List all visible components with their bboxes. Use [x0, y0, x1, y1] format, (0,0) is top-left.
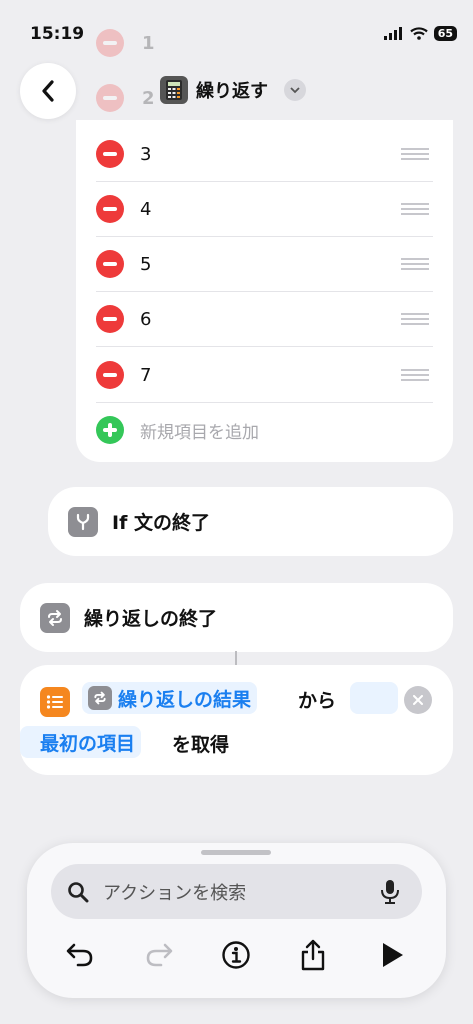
chevron-left-icon: [42, 80, 54, 102]
delete-icon[interactable]: [96, 361, 124, 389]
drag-handle-icon[interactable]: [401, 255, 429, 273]
toolbar: [27, 931, 446, 979]
delete-icon[interactable]: [96, 140, 124, 168]
list-card: 3 4 5 6 7 新規項目を追加: [76, 120, 453, 462]
play-icon: [383, 943, 403, 967]
repeat-results-token[interactable]: 繰り返しの結果: [82, 682, 258, 714]
repeat-icon: [40, 602, 70, 633]
end-repeat-label: 繰り返しの終了: [84, 608, 218, 630]
list-item-label: 7: [140, 364, 152, 386]
list-item[interactable]: 4: [96, 182, 433, 237]
back-button[interactable]: [20, 63, 76, 119]
list-item[interactable]: 5: [96, 237, 433, 292]
delete-icon: [96, 29, 124, 57]
delete-icon[interactable]: [96, 250, 124, 278]
action-title[interactable]: 繰り返す: [160, 76, 306, 104]
list-item: 2: [96, 84, 155, 112]
branch-icon: [68, 506, 98, 537]
repeat-results-label: 繰り返しの結果: [118, 688, 252, 711]
redo-icon: [146, 943, 173, 967]
drag-handle-icon[interactable]: [401, 200, 429, 218]
clear-button[interactable]: [404, 686, 432, 714]
connector-line: [235, 651, 237, 666]
list-item-label: 6: [140, 308, 152, 330]
first-item-token[interactable]: 最初の項目: [20, 726, 142, 758]
add-item-label: 新規項目を追加: [140, 422, 259, 443]
repeat-icon: [88, 686, 112, 710]
list-item: 1: [96, 29, 155, 57]
title-label: 繰り返す: [196, 81, 268, 102]
run-button[interactable]: [368, 931, 416, 979]
from-label: から: [298, 690, 337, 712]
list-item[interactable]: 3: [96, 127, 433, 182]
delete-icon: [96, 84, 124, 112]
redo-button[interactable]: [135, 931, 183, 979]
bottom-panel: アクションを検索: [27, 843, 446, 998]
undo-button[interactable]: [56, 931, 104, 979]
close-icon: [413, 695, 423, 705]
search-input[interactable]: アクションを検索: [103, 879, 380, 905]
search-icon: [68, 881, 89, 902]
chevron-down-icon[interactable]: [284, 79, 306, 101]
sheet-grabber[interactable]: [201, 850, 271, 855]
first-item-label: 最初の項目: [40, 732, 136, 755]
wifi-icon: [409, 27, 428, 40]
delete-icon[interactable]: [96, 195, 124, 223]
share-icon: [301, 939, 325, 971]
empty-parameter-token[interactable]: [350, 682, 398, 714]
drag-handle-icon[interactable]: [401, 145, 429, 163]
end-repeat-block[interactable]: 繰り返しの終了: [20, 583, 453, 652]
status-icons: 65: [383, 26, 457, 41]
drag-handle-icon[interactable]: [401, 310, 429, 328]
plus-icon: [96, 416, 124, 444]
microphone-icon[interactable]: [380, 879, 400, 905]
drag-handle-icon[interactable]: [401, 366, 429, 384]
list-icon: [40, 687, 70, 717]
share-button[interactable]: [289, 931, 337, 979]
add-item-button[interactable]: 新規項目を追加: [96, 416, 259, 444]
list-item-label: 1: [142, 32, 155, 54]
list-item-label: 4: [140, 198, 152, 220]
get-label: を取得: [172, 734, 230, 756]
list-item-label: 3: [140, 143, 152, 165]
list-item-label: 5: [140, 253, 152, 275]
info-button[interactable]: [212, 931, 260, 979]
list-item[interactable]: 6: [96, 292, 433, 347]
battery-indicator: 65: [433, 26, 457, 41]
get-item-action[interactable]: 繰り返しの結果 から 最初の項目 を取得: [20, 665, 453, 775]
list-item-label: 2: [142, 87, 155, 109]
undo-icon: [66, 943, 93, 967]
list-item[interactable]: 7: [96, 348, 433, 403]
status-time: 15:19: [30, 24, 85, 44]
search-bar[interactable]: アクションを検索: [51, 864, 422, 919]
end-if-block[interactable]: If 文の終了: [48, 487, 453, 556]
info-icon: [222, 941, 250, 969]
cellular-signal-icon: [383, 27, 402, 40]
calculator-icon: [160, 76, 188, 104]
delete-icon[interactable]: [96, 305, 124, 333]
end-if-label: If 文の終了: [112, 512, 210, 534]
